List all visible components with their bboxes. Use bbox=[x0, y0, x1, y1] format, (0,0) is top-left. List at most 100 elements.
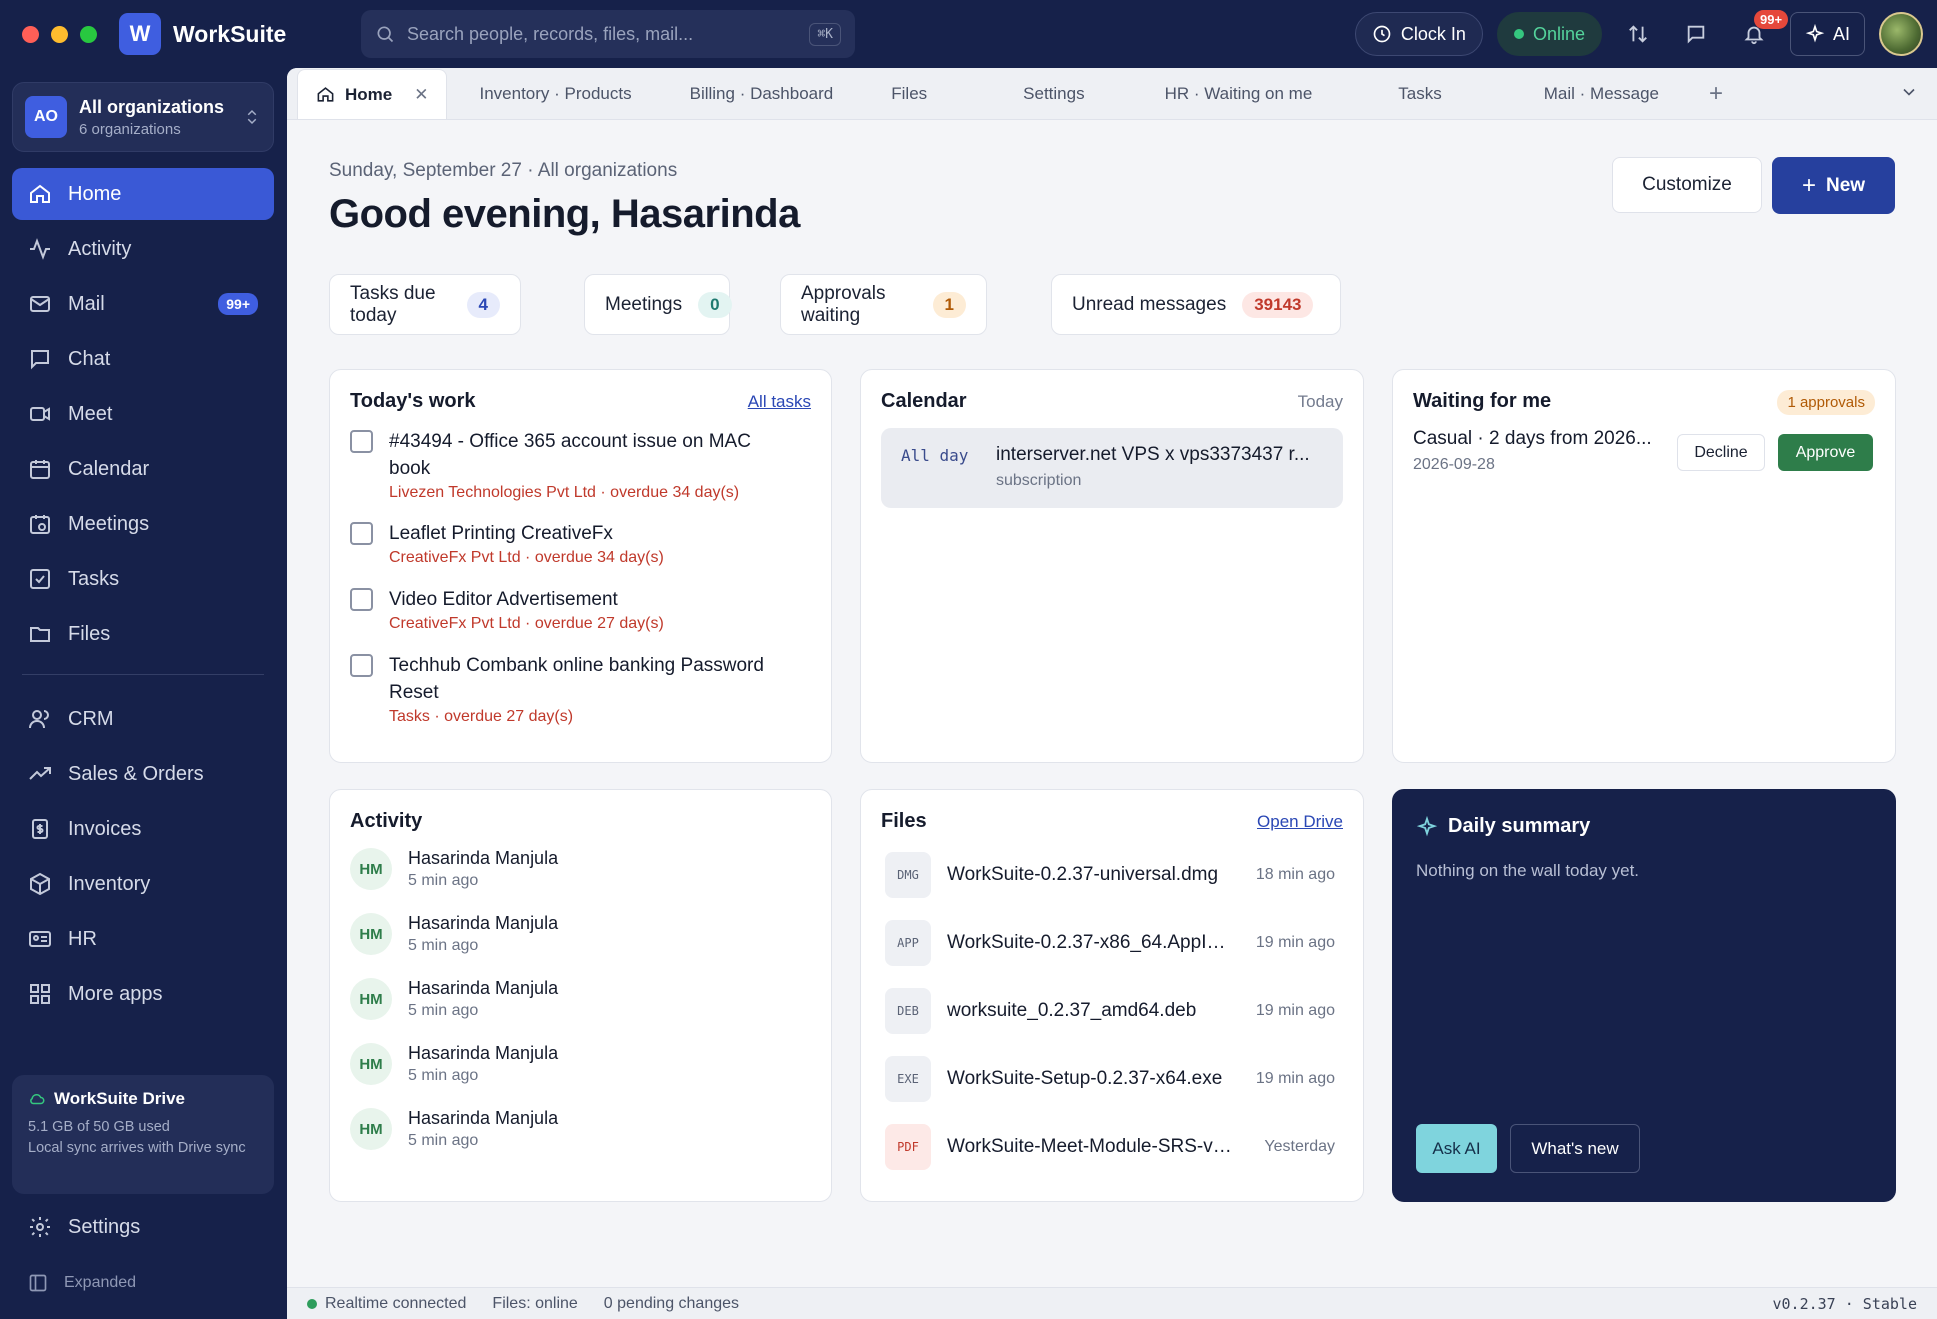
whats-new-button[interactable]: What's new bbox=[1510, 1124, 1640, 1173]
sidebar-item-label: CRM bbox=[68, 707, 114, 730]
sidebar-item-mail[interactable]: Mail 99+ bbox=[12, 278, 274, 330]
notifications-button[interactable]: 99+ bbox=[1732, 10, 1789, 56]
file-item[interactable]: EXE WorkSuite-Setup-0.2.37-x64.exe 19 mi… bbox=[885, 1056, 1335, 1102]
files-card: Files Open Drive DMG WorkSuite-0.2.37-un… bbox=[860, 789, 1364, 1202]
task-title[interactable]: Leaflet Printing CreativeFx bbox=[389, 520, 789, 547]
open-drive-link[interactable]: Open Drive bbox=[1257, 812, 1343, 832]
drive-storage-card[interactable]: WorkSuite Drive 5.1 GB of 50 GB used Loc… bbox=[12, 1075, 274, 1194]
sidebar-item-tasks[interactable]: Tasks bbox=[12, 553, 274, 605]
file-item[interactable]: APP WorkSuite-0.2.37-x86_64.AppImage 19 … bbox=[885, 920, 1335, 966]
app-logo: W bbox=[119, 13, 161, 55]
ask-ai-button[interactable]: Ask AI bbox=[1416, 1124, 1497, 1173]
sidebar-item-inventory[interactable]: Inventory bbox=[12, 858, 274, 910]
tab-hr-waiting[interactable]: HR · Waiting on me bbox=[1147, 69, 1331, 119]
new-button[interactable]: + New bbox=[1772, 157, 1895, 214]
messages-button[interactable] bbox=[1674, 12, 1718, 56]
activity-item[interactable]: HM Hasarinda Manjula 5 min ago bbox=[350, 978, 558, 1020]
sidebar-item-invoices[interactable]: Invoices bbox=[12, 803, 274, 855]
chevron-down-icon[interactable] bbox=[1899, 82, 1919, 102]
sidebar-item-meetings[interactable]: Meetings bbox=[12, 498, 274, 550]
minimize-window-button[interactable] bbox=[51, 25, 68, 43]
stat-meetings[interactable]: Meetings 0 bbox=[584, 274, 732, 335]
sidebar-item-crm[interactable]: CRM bbox=[12, 693, 274, 745]
all-tasks-link[interactable]: All tasks bbox=[748, 392, 811, 412]
new-tab-plus-icon[interactable]: + bbox=[1709, 80, 1723, 108]
maximize-window-button[interactable] bbox=[80, 25, 97, 43]
tab-files[interactable]: Files bbox=[873, 69, 945, 119]
task-checkbox[interactable] bbox=[350, 430, 373, 453]
users-icon bbox=[29, 710, 49, 729]
notification-badge: 99+ bbox=[1753, 10, 1789, 29]
task-title[interactable]: Techhub Combank online banking Password … bbox=[389, 652, 789, 706]
activity-item[interactable]: HM Hasarinda Manjula 5 min ago bbox=[350, 1043, 558, 1085]
close-window-button[interactable] bbox=[22, 25, 39, 43]
stat-tasks-due[interactable]: Tasks due today 4 bbox=[329, 274, 521, 335]
task-meta: CreativeFx Pvt Ltd · overdue 27 day(s) bbox=[389, 615, 664, 632]
box-icon bbox=[30, 872, 50, 896]
activity-item[interactable]: HM Hasarinda Manjula 5 min ago bbox=[350, 848, 558, 890]
sparkle-icon bbox=[1416, 815, 1438, 836]
tab-home[interactable]: Home ✕ bbox=[297, 69, 448, 119]
avatar: HM bbox=[350, 978, 392, 1020]
approvals-badge: 1 approvals bbox=[1777, 390, 1875, 415]
tab-mail-message[interactable]: Mail · Message bbox=[1526, 69, 1677, 119]
sidebar-item-label: HR bbox=[68, 927, 97, 950]
summary-title: Daily summary bbox=[1448, 815, 1591, 837]
sidebar-item-label: Meetings bbox=[68, 512, 150, 535]
stat-unread[interactable]: Unread messages 39143 bbox=[1051, 274, 1341, 335]
global-search-input[interactable]: Search people, records, files, mail... ⌘… bbox=[361, 10, 855, 58]
file-item[interactable]: DEB worksuite_0.2.37_amd64.deb 19 min ag… bbox=[885, 988, 1335, 1034]
file-time: 19 min ago bbox=[1255, 1070, 1335, 1087]
organization-switcher[interactable]: AO All organizations 6 organizations bbox=[12, 82, 274, 152]
task-title[interactable]: Video Editor Advertisement bbox=[389, 586, 789, 613]
sidebar-panel-icon bbox=[29, 1274, 47, 1292]
file-name: WorkSuite-Setup-0.2.37-x64.exe bbox=[947, 1068, 1223, 1089]
sidebar-item-activity[interactable]: Activity bbox=[12, 223, 274, 275]
sidebar-item-settings[interactable]: Settings bbox=[28, 1215, 140, 1239]
task-checkbox[interactable] bbox=[350, 588, 373, 611]
sync-button[interactable] bbox=[1616, 12, 1660, 56]
activity-time: 5 min ago bbox=[408, 1002, 479, 1019]
sidebar-item-files[interactable]: Files bbox=[12, 608, 274, 660]
presence-status[interactable]: Online bbox=[1496, 12, 1602, 56]
task-title[interactable]: #43494 - Office 365 account issue on MAC… bbox=[389, 428, 789, 482]
sidebar-item-more-apps[interactable]: More apps bbox=[12, 968, 274, 1020]
user-avatar[interactable] bbox=[1879, 12, 1923, 56]
tab-billing-dashboard[interactable]: Billing · Dashboard bbox=[672, 69, 852, 119]
org-avatar: AO bbox=[25, 96, 67, 138]
approve-button[interactable]: Approve bbox=[1778, 434, 1873, 471]
tab-tasks[interactable]: Tasks bbox=[1380, 69, 1459, 119]
mail-icon bbox=[30, 296, 50, 312]
activity-item[interactable]: HM Hasarinda Manjula 5 min ago bbox=[350, 1108, 558, 1150]
approval-title[interactable]: Casual · 2 days from 2026... bbox=[1413, 428, 1658, 450]
tab-settings[interactable]: Settings bbox=[1005, 69, 1102, 119]
task-checkbox[interactable] bbox=[350, 654, 373, 677]
activity-item[interactable]: HM Hasarinda Manjula 5 min ago bbox=[350, 913, 558, 955]
ai-button[interactable]: AI bbox=[1789, 12, 1865, 56]
sidebar-item-hr[interactable]: HR bbox=[12, 913, 274, 965]
window-controls bbox=[22, 25, 97, 43]
task-checkbox[interactable] bbox=[350, 522, 373, 545]
sidebar-item-meet[interactable]: Meet bbox=[12, 388, 274, 440]
sidebar-item-home[interactable]: Home bbox=[12, 168, 274, 220]
exe-file-icon: EXE bbox=[885, 1056, 931, 1102]
file-item[interactable]: DMG WorkSuite-0.2.37-universal.dmg 18 mi… bbox=[885, 852, 1335, 898]
stat-approvals[interactable]: Approvals waiting 1 bbox=[780, 274, 987, 335]
sidebar-item-chat[interactable]: Chat bbox=[12, 333, 274, 385]
clock-in-button[interactable]: Clock In bbox=[1354, 12, 1483, 56]
stat-label: Meetings bbox=[605, 293, 683, 315]
file-item[interactable]: PDF WorkSuite-Meet-Module-SRS-v1.pdf Yes… bbox=[885, 1124, 1335, 1170]
close-tab-icon[interactable]: ✕ bbox=[414, 85, 428, 105]
tab-inventory-products[interactable]: Inventory · Products bbox=[461, 69, 649, 119]
sidebar-collapse-toggle[interactable]: Expanded bbox=[28, 1273, 136, 1293]
sidebar-item-label: Home bbox=[68, 182, 122, 205]
grid-icon bbox=[30, 984, 50, 1004]
sidebar-item-sales-orders[interactable]: Sales & Orders bbox=[12, 748, 274, 800]
calendar-event[interactable]: All day interserver.net VPS x vps3373437… bbox=[881, 428, 1343, 508]
files-status: Files: online bbox=[492, 1294, 578, 1312]
message-icon bbox=[1687, 25, 1705, 44]
sidebar-item-calendar[interactable]: Calendar bbox=[12, 443, 274, 495]
meetings-icon bbox=[30, 515, 50, 534]
customize-button[interactable]: Customize bbox=[1612, 157, 1762, 213]
decline-button[interactable]: Decline bbox=[1677, 434, 1765, 471]
